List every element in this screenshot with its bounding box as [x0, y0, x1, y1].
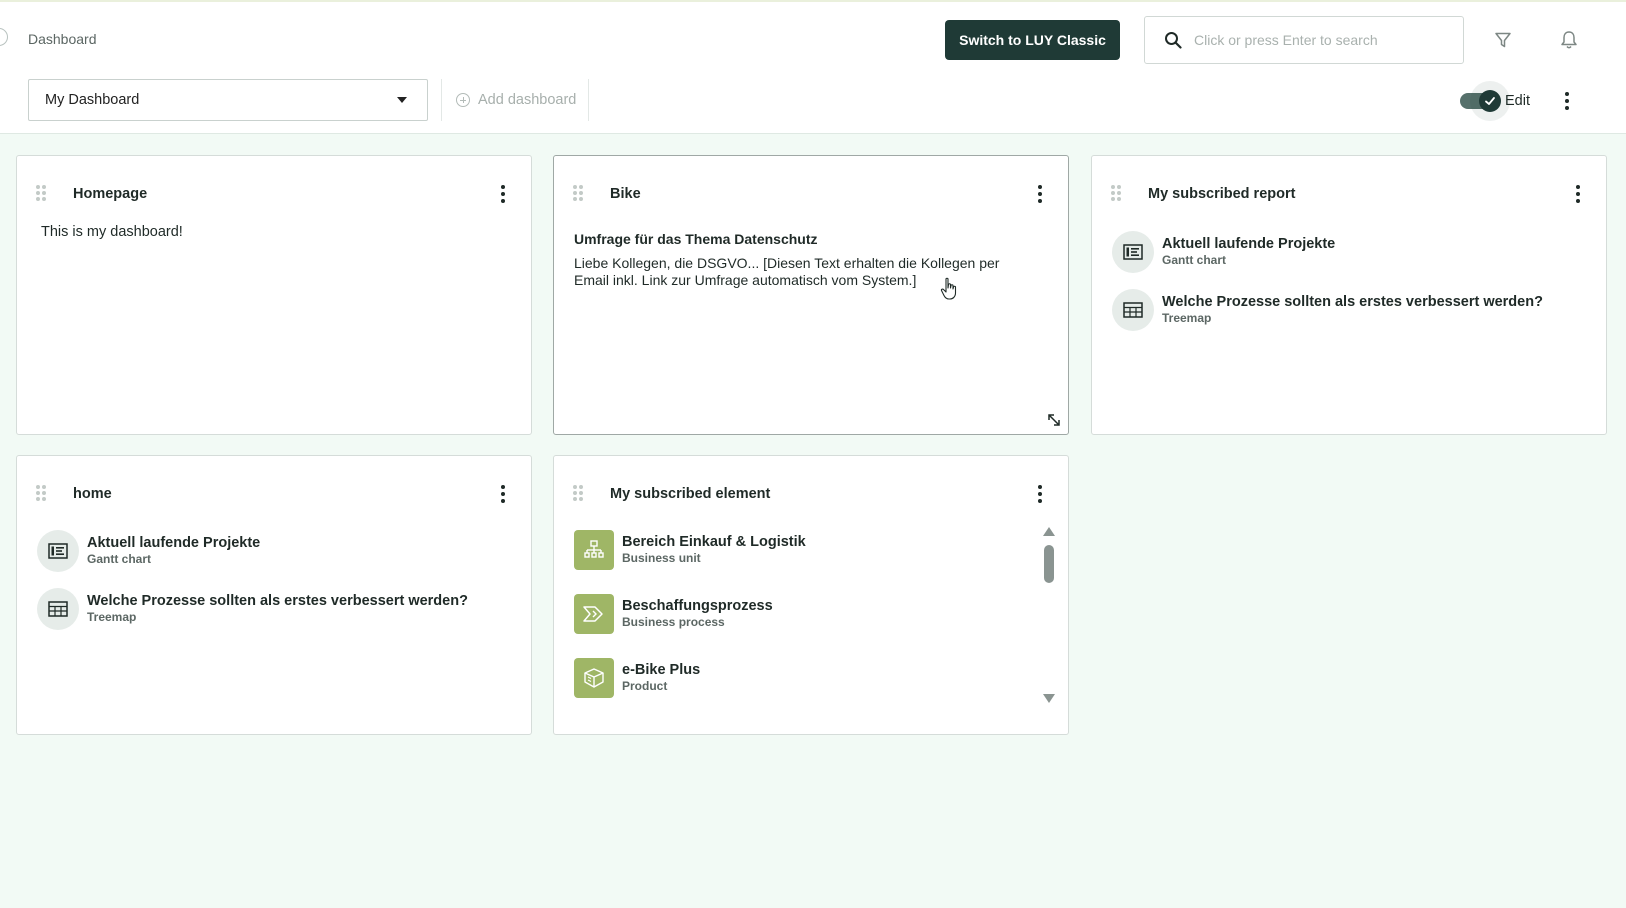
widget-title: My subscribed element	[610, 486, 771, 502]
bell-icon[interactable]	[1554, 25, 1584, 55]
resize-icon[interactable]	[1046, 412, 1062, 428]
dashboard-select[interactable]: My Dashboard	[28, 79, 428, 121]
element-name: Bereich Einkauf & Logistik	[622, 534, 806, 550]
product-icon	[574, 658, 614, 698]
report-name: Aktuell laufende Projekte	[87, 535, 261, 551]
report-item[interactable]: Aktuell laufende Projekte Gantt chart	[37, 530, 260, 572]
report-name: Welche Prozesse sollten als erstes verbe…	[1162, 294, 1543, 310]
search-input[interactable]	[1194, 32, 1444, 48]
scrollbar-thumb[interactable]	[1044, 545, 1054, 583]
gantt-chart-icon	[1112, 231, 1154, 273]
drag-handle-icon[interactable]	[36, 485, 46, 501]
breadcrumb[interactable]: Dashboard	[28, 31, 97, 47]
widget-menu-icon[interactable]	[1568, 183, 1588, 205]
element-name: e-Bike Plus	[622, 662, 701, 678]
collapse-nav-icon[interactable]	[0, 28, 8, 46]
drag-handle-icon[interactable]	[36, 185, 46, 201]
toggle-knob-halo	[1470, 81, 1510, 121]
report-type: Gantt chart	[1162, 253, 1227, 267]
treemap-icon	[1112, 289, 1154, 331]
widget-text: This is my dashboard!	[41, 224, 183, 240]
business-process-icon	[574, 594, 614, 634]
scroll-up-arrow-icon[interactable]	[1043, 527, 1055, 536]
element-item[interactable]: Bereich Einkauf & Logistik Business unit	[574, 530, 806, 570]
drag-handle-icon[interactable]	[573, 185, 583, 201]
widget-title: Bike	[610, 186, 641, 202]
widget-bike: Bike Umfrage für das Thema Datenschutz L…	[553, 155, 1069, 435]
report-item[interactable]: Welche Prozesse sollten als erstes verbe…	[1112, 289, 1543, 331]
search-icon	[1165, 32, 1182, 49]
widget-subscribed-element: My subscribed element Bereich Einkauf & …	[553, 455, 1069, 735]
widget-title: home	[73, 486, 112, 502]
toggle-track	[1460, 81, 1510, 121]
widget-menu-icon[interactable]	[1030, 483, 1050, 505]
element-item[interactable]: Beschaffungsprozess Business process	[574, 594, 773, 634]
add-dashboard-button[interactable]: Add dashboard	[441, 79, 589, 121]
widget-title: My subscribed report	[1148, 186, 1296, 202]
switch-to-classic-button[interactable]: Switch to LUY Classic	[945, 20, 1120, 60]
report-type: Treemap	[87, 610, 137, 624]
report-item[interactable]: Aktuell laufende Projekte Gantt chart	[1112, 231, 1335, 273]
element-type: Business unit	[622, 551, 701, 565]
widget-menu-icon[interactable]	[493, 483, 513, 505]
report-name: Aktuell laufende Projekte	[1162, 236, 1336, 252]
widget-home: home Aktuell laufende Projekte Gantt cha…	[16, 455, 532, 735]
search-box[interactable]	[1144, 16, 1464, 64]
report-type: Treemap	[1162, 311, 1212, 325]
widget-menu-icon[interactable]	[1030, 183, 1050, 205]
widget-subscribed-report: My subscribed report Aktuell laufende Pr…	[1091, 155, 1607, 435]
treemap-icon	[37, 588, 79, 630]
drag-handle-icon[interactable]	[573, 485, 583, 501]
top-bar: Dashboard Switch to LUY Classic My Dashb…	[0, 0, 1626, 134]
page-more-menu-icon[interactable]	[1552, 86, 1582, 116]
message-body: Liebe Kollegen, die DSGVO... [Diesen Tex…	[574, 255, 1000, 288]
check-icon	[1479, 90, 1501, 112]
report-type: Gantt chart	[87, 552, 152, 566]
message-title: Umfrage für das Thema Datenschutz	[574, 231, 818, 247]
element-type: Product	[622, 679, 668, 693]
widget-title: Homepage	[73, 186, 148, 202]
plus-circle-icon	[456, 93, 470, 107]
widget-menu-icon[interactable]	[493, 183, 513, 205]
dashboard-select-value: My Dashboard	[45, 92, 140, 108]
element-name: Beschaffungsprozess	[622, 598, 773, 614]
edit-toggle[interactable]: Edit	[1460, 81, 1530, 121]
chevron-down-icon	[397, 97, 407, 103]
element-type: Business process	[622, 615, 725, 629]
element-item[interactable]: e-Bike Plus Product	[574, 658, 700, 698]
business-unit-icon	[574, 530, 614, 570]
report-name: Welche Prozesse sollten als erstes verbe…	[87, 593, 468, 609]
scroll-down-arrow-icon[interactable]	[1043, 694, 1055, 703]
drag-handle-icon[interactable]	[1111, 185, 1121, 201]
widget-homepage: Homepage This is my dashboard!	[16, 155, 532, 435]
report-item[interactable]: Welche Prozesse sollten als erstes verbe…	[37, 588, 468, 630]
gantt-chart-icon	[37, 530, 79, 572]
filter-icon[interactable]	[1488, 25, 1518, 55]
add-dashboard-label: Add dashboard	[478, 92, 577, 108]
